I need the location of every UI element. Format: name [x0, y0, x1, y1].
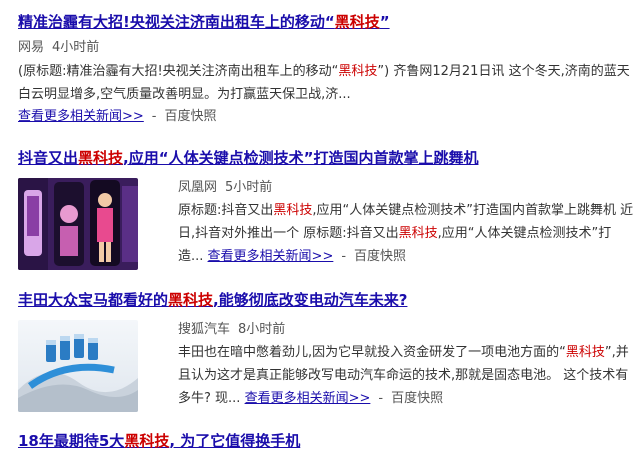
result-2-time: 5小时前: [225, 180, 273, 195]
result-2-abstract: 原标题:抖音又出黑科技,应用“人体关键点检测技术”打造国内首款掌上跳舞机 近日,…: [178, 203, 634, 264]
result-1-abstract: (原标题:精准治霾有大招!央视关注济南出租车上的移动“黑科技”) 齐鲁网12月2…: [18, 64, 630, 102]
search-result-4: 18年最期待5大黑科技, 为了它值得换手机: [18, 431, 634, 451]
result-2-more-news-link[interactable]: 查看更多相关新闻>>: [208, 249, 334, 264]
result-3-snapshot-link[interactable]: 百度快照: [391, 391, 443, 406]
result-3-time: 8小时前: [238, 322, 286, 337]
result-1-title-link[interactable]: 精准治霾有大招!央视关注济南出租车上的移动“黑科技”: [18, 12, 634, 32]
result-1-meta: 网易 4小时前: [18, 37, 634, 59]
result-1-links: 查看更多相关新闻>> - 百度快照: [18, 109, 217, 124]
result-3-thumbnail[interactable]: [18, 320, 138, 412]
result-3-title-link[interactable]: 丰田大众宝马都看好的黑科技,能够彻底改变电动汽车未来?: [18, 290, 634, 310]
result-2-title-link[interactable]: 抖音又出黑科技,应用“人体关键点检测技术”打造国内首款掌上跳舞机: [18, 148, 634, 168]
search-result-2: 抖音又出黑科技,应用“人体关键点检测技术”打造国内首款掌上跳舞机 凤凰网 5小时前…: [18, 148, 634, 270]
result-3-abstract: 丰田也在暗中憋着劲儿,因为它早就投入资金研发了一项电池方面的“黑科技”,并且认为…: [178, 345, 629, 406]
result-3-meta: 搜狐汽车 8小时前: [178, 319, 634, 341]
search-result-3: 丰田大众宝马都看好的黑科技,能够彻底改变电动汽车未来? 搜狐汽车 8小时前 丰田…: [18, 290, 634, 412]
result-2-source: 凤凰网: [178, 180, 218, 195]
result-3-more-news-link[interactable]: 查看更多相关新闻>>: [245, 391, 371, 406]
result-1-source: 网易: [18, 40, 45, 55]
result-4-title-link[interactable]: 18年最期待5大黑科技, 为了它值得换手机: [18, 431, 634, 451]
search-result-1: 精准治霾有大招!央视关注济南出租车上的移动“黑科技” 网易 4小时前 (原标题:精…: [18, 12, 634, 128]
result-2-thumbnail[interactable]: [18, 178, 138, 270]
result-2-snapshot-link[interactable]: 百度快照: [354, 249, 406, 264]
result-1-snapshot-link[interactable]: 百度快照: [165, 109, 217, 124]
result-1-time: 4小时前: [52, 40, 100, 55]
result-2-meta: 凤凰网 5小时前: [178, 177, 634, 199]
result-3-source: 搜狐汽车: [178, 322, 231, 337]
result-1-more-news-link[interactable]: 查看更多相关新闻>>: [18, 109, 144, 124]
